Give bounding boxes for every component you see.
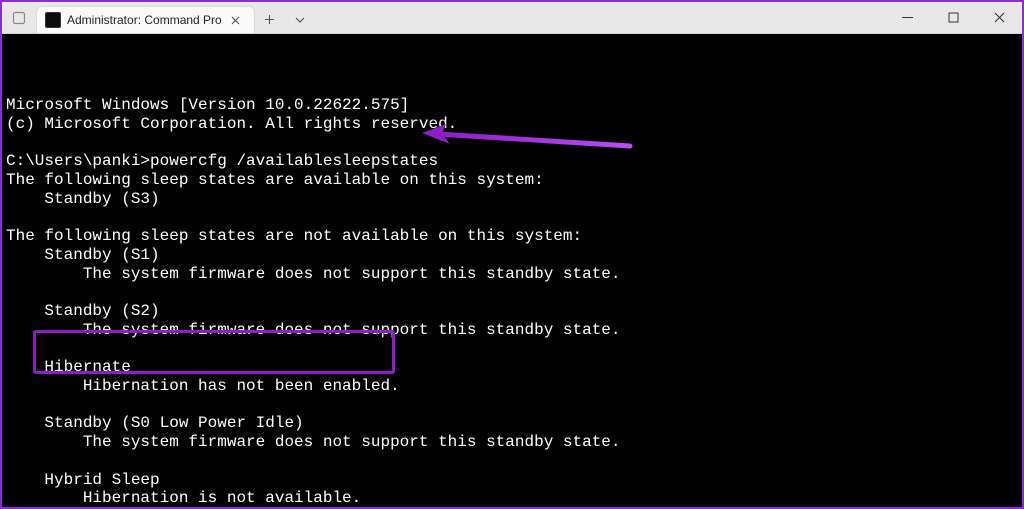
plus-icon <box>264 14 275 25</box>
terminal-line <box>6 452 1018 471</box>
maximize-icon <box>948 12 959 23</box>
titlebar: Administrator: Command Pro <box>2 2 1022 34</box>
terminal-line: Standby (S2) <box>6 302 1018 321</box>
close-window-button[interactable] <box>976 2 1022 33</box>
terminal-line: Standby (S1) <box>6 246 1018 265</box>
window-controls <box>884 2 1022 33</box>
terminal-line <box>6 396 1018 415</box>
terminal-line: C:\Users\panki>powercfg /availablesleeps… <box>6 152 1018 171</box>
tab-strip: Administrator: Command Pro <box>2 2 884 33</box>
terminal-line: The following sleep states are not avail… <box>6 227 1018 246</box>
terminal-line: Hibernate <box>6 358 1018 377</box>
minimize-button[interactable] <box>884 2 930 33</box>
terminal-line: Standby (S0 Low Power Idle) <box>6 414 1018 433</box>
terminal-line: Hybrid Sleep <box>6 471 1018 490</box>
terminal-window: Administrator: Command Pro <box>0 0 1024 509</box>
terminal-line <box>6 134 1018 153</box>
minimize-icon <box>902 12 913 23</box>
window-menu-icon <box>12 11 26 25</box>
terminal-line: Hibernation has not been enabled. <box>6 377 1018 396</box>
window-menu-button[interactable] <box>2 2 36 33</box>
tab-dropdown-button[interactable] <box>285 6 315 33</box>
tab-active[interactable]: Administrator: Command Pro <box>36 6 255 33</box>
terminal-line: Microsoft Windows [Version 10.0.22622.57… <box>6 96 1018 115</box>
terminal-output[interactable]: Microsoft Windows [Version 10.0.22622.57… <box>2 34 1022 507</box>
close-icon <box>231 16 240 25</box>
terminal-line: Hibernation is not available. <box>6 489 1018 507</box>
cmd-icon <box>45 12 61 28</box>
tab-close-button[interactable] <box>228 12 244 28</box>
terminal-line: The following sleep states are available… <box>6 171 1018 190</box>
terminal-line: Standby (S3) <box>6 190 1018 209</box>
maximize-button[interactable] <box>930 2 976 33</box>
close-icon <box>994 12 1005 23</box>
new-tab-button[interactable] <box>255 6 285 33</box>
tab-title: Administrator: Command Pro <box>67 13 222 27</box>
terminal-line: (c) Microsoft Corporation. All rights re… <box>6 115 1018 134</box>
chevron-down-icon <box>295 15 305 25</box>
terminal-line <box>6 340 1018 359</box>
terminal-line <box>6 283 1018 302</box>
terminal-line: The system firmware does not support thi… <box>6 433 1018 452</box>
terminal-line <box>6 208 1018 227</box>
terminal-line: The system firmware does not support thi… <box>6 321 1018 340</box>
terminal-line: The system firmware does not support thi… <box>6 265 1018 284</box>
